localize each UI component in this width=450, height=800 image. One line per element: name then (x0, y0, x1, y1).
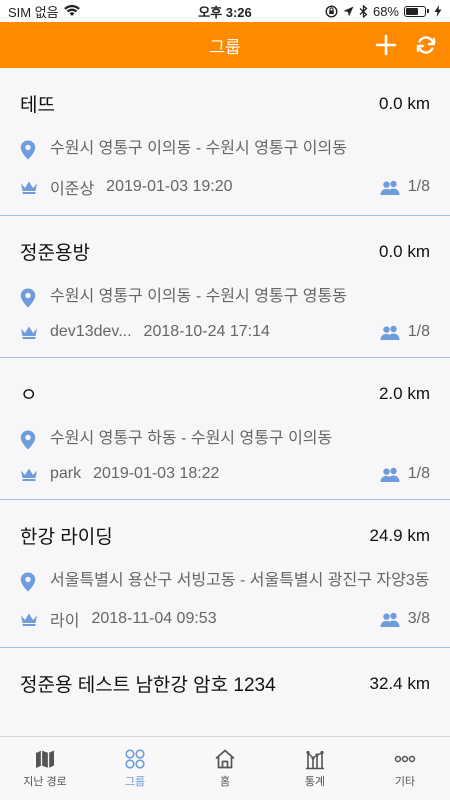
members-icon (380, 325, 400, 340)
tab-more[interactable]: 기타 (360, 737, 450, 800)
group-card[interactable]: ㅇ 2.0 km 수원시 영통구 하동 - 수원시 영통구 이의동 park 2… (0, 358, 450, 500)
location-pin-icon (20, 572, 36, 592)
group-owner: park (50, 465, 82, 482)
group-route: 수원시 영통구 이의동 - 수원시 영통구 이의동 (50, 140, 347, 157)
group-name: ㅇ (20, 385, 38, 406)
wifi-icon (63, 5, 80, 16)
group-date: 2018-11-04 09:53 (91, 610, 217, 627)
header-bar: 그룹 (0, 22, 450, 68)
map-icon (36, 750, 54, 768)
tab-group[interactable]: 그룹 (90, 737, 180, 800)
carrier-label: SIM 없음 (8, 4, 59, 20)
group-card[interactable]: 한강 라이딩 24.9 km 서울특별시 용산구 서빙고동 - 서울특별시 광진… (0, 500, 450, 648)
group-distance: 32.4 km (369, 673, 430, 693)
members-icon (380, 180, 400, 195)
plus-icon (375, 34, 397, 56)
location-pin-icon (20, 430, 36, 450)
members-icon (380, 612, 400, 627)
group-list[interactable]: 테뜨 0.0 km 수원시 영통구 이의동 - 수원시 영통구 이의동 이준상 … (0, 68, 450, 736)
tab-label: 기타 (394, 776, 416, 788)
group-distance: 2.0 km (378, 383, 430, 403)
group-members-count: 1/8 (407, 178, 430, 195)
tab-stats[interactable]: 통계 (270, 737, 360, 800)
tab-bar: 지난 경로 그룹 홈 통계 기타 (0, 736, 450, 800)
group-route: 서울특별시 용산구 서빙고동 - 서울특별시 광진구 자양3동 (50, 572, 430, 589)
group-owner: dev13dev... (50, 323, 132, 340)
refresh-icon (416, 36, 436, 54)
group-distance: 0.0 km (378, 241, 430, 261)
tab-label: 통계 (304, 776, 326, 788)
crown-icon (21, 468, 37, 481)
bluetooth-icon (359, 4, 368, 18)
home-icon (215, 749, 235, 769)
group-date: 2019-01-03 18:22 (93, 465, 220, 482)
group-distance: 0.0 km (378, 93, 430, 113)
group-owner: 라이 (50, 613, 80, 630)
group-route: 수원시 영통구 이의동 - 수원시 영통구 영통동 (50, 288, 347, 305)
group-members: 1/8 (380, 465, 430, 483)
group-card[interactable]: 테뜨 0.0 km 수원시 영통구 이의동 - 수원시 영통구 이의동 이준상 … (0, 68, 450, 216)
location-pin-icon (20, 288, 36, 308)
tab-label: 지난 경로 (23, 776, 67, 788)
crown-icon (21, 326, 37, 339)
battery-icon (404, 5, 429, 17)
group-date: 2019-01-03 19:20 (106, 178, 233, 195)
group-members-count: 3/8 (407, 610, 430, 627)
group-route: 수원시 영통구 하동 - 수원시 영통구 이의동 (50, 430, 333, 447)
group-members-count: 1/8 (407, 323, 430, 340)
stats-icon (306, 750, 324, 770)
group-members: 3/8 (380, 610, 430, 628)
group-members: 1/8 (380, 323, 430, 341)
group-members-count: 1/8 (407, 465, 430, 482)
group-card[interactable]: 정준용방 0.0 km 수원시 영통구 이의동 - 수원시 영통구 영통동 de… (0, 216, 450, 358)
crown-icon (21, 181, 37, 194)
tab-home[interactable]: 홈 (180, 737, 270, 800)
group-date: 2018-10-24 17:14 (143, 323, 270, 340)
tab-label: 그룹 (124, 776, 146, 788)
tab-label: 홈 (219, 776, 231, 788)
battery-percent: 68% (372, 3, 399, 19)
members-icon (380, 467, 400, 482)
refresh-button[interactable] (412, 31, 440, 59)
group-card[interactable]: 정준용 테스트 남한강 암호 1234 32.4 km (0, 648, 450, 697)
group-owner: 이준상 (50, 181, 95, 198)
group-name: 정준용 테스트 남한강 암호 1234 (20, 675, 276, 696)
group-name: 한강 라이딩 (20, 527, 113, 548)
crown-icon (21, 613, 37, 626)
page-title: 그룹 (209, 37, 241, 57)
charging-bolt-icon (434, 5, 442, 17)
group-members: 1/8 (380, 178, 430, 196)
location-arrow-icon (343, 6, 354, 16)
group-icon (125, 749, 145, 769)
location-pin-icon (20, 140, 36, 160)
more-icon (394, 755, 416, 763)
group-distance: 24.9 km (369, 525, 430, 545)
rotation-lock-icon (325, 4, 338, 18)
group-name: 정준용방 (20, 243, 90, 264)
add-group-button[interactable] (372, 31, 400, 59)
tab-past-routes[interactable]: 지난 경로 (0, 737, 90, 800)
status-bar: SIM 없음 오후 3:26 68% (0, 0, 450, 22)
group-name: 테뜨 (20, 95, 55, 116)
